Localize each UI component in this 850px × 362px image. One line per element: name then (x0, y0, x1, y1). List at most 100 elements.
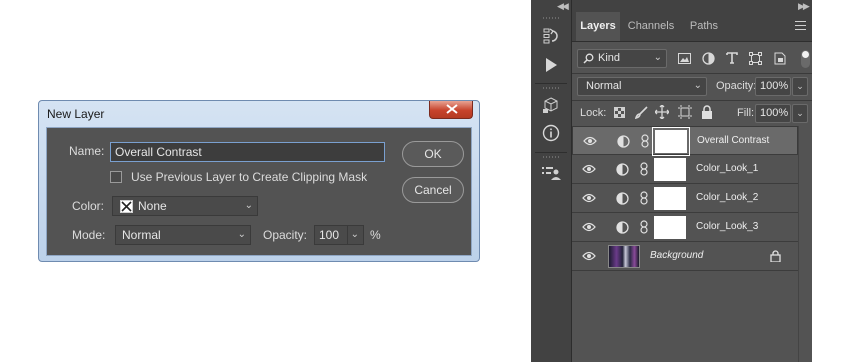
opacity-value: 100 (319, 228, 340, 242)
tool-divider (535, 83, 567, 84)
pixel-filter-icon[interactable] (676, 50, 692, 66)
opacity-dropdown-button[interactable]: ⌄ (792, 77, 808, 96)
dialog-body: Name: Overall Contrast Use Previous Laye… (46, 127, 472, 256)
layer-name: Background (650, 250, 704, 261)
cancel-button[interactable]: Cancel (402, 177, 464, 203)
panel-divider (572, 100, 812, 101)
properties-icon[interactable] (539, 161, 563, 185)
dialog-title: New Layer (47, 107, 105, 121)
chevron-down-icon: ⌄ (244, 200, 253, 211)
chevron-down-icon: ⌄ (796, 81, 804, 91)
filter-kind-value: Kind (598, 52, 621, 64)
collapse-icon[interactable]: ◀◀ (557, 1, 569, 12)
filter-toggle[interactable] (801, 50, 810, 68)
adjustment-layer-icon (617, 135, 630, 148)
chevron-down-icon: ⌄ (346, 226, 359, 244)
panel-divider (572, 73, 812, 74)
blend-mode-select[interactable]: Normal ⌄ (577, 77, 707, 96)
visibility-eye-icon[interactable] (582, 251, 596, 261)
layer-name: Overall Contrast (697, 135, 770, 146)
info-icon[interactable] (539, 121, 563, 145)
layer-name: Color_Look_2 (696, 192, 759, 203)
color-select[interactable]: None ⌄ (112, 196, 258, 216)
visibility-eye-icon[interactable] (582, 193, 596, 203)
tab-layers[interactable]: Layers (576, 12, 620, 41)
layer-opacity-input[interactable]: 100% (755, 77, 791, 96)
no-color-icon (120, 200, 133, 213)
layer-mask-thumbnail[interactable] (654, 158, 686, 181)
adjustment-layer-icon (616, 163, 629, 176)
lock-icon[interactable] (770, 250, 781, 262)
layer-mask-thumbnail[interactable] (654, 187, 686, 210)
layer-image-thumbnail[interactable] (608, 245, 640, 268)
close-button[interactable] (429, 101, 473, 119)
type-filter-icon[interactable] (724, 50, 740, 66)
ok-button[interactable]: OK (402, 141, 464, 167)
panel-tab-bar: Layers Channels Paths (572, 12, 812, 42)
chevron-down-icon: ⌄ (237, 229, 246, 240)
layer-row[interactable]: Color_Look_1 (572, 155, 798, 184)
chain-link-icon[interactable] (641, 134, 649, 148)
history-icon[interactable] (539, 24, 563, 48)
play-actions-icon[interactable] (539, 53, 563, 77)
lock-label: Lock: (580, 107, 607, 119)
lock-transparent-icon[interactable] (612, 105, 626, 119)
opacity-label: Opacity: (263, 228, 308, 242)
close-icon (446, 104, 458, 114)
layer-mask-thumbnail[interactable] (654, 216, 686, 239)
mode-label: Mode: (72, 228, 106, 242)
adjustment-layer-icon (616, 192, 629, 205)
mode-value: Normal (122, 228, 161, 242)
filter-kind-select[interactable]: Kind ⌄ (577, 49, 667, 68)
layers-panel: ▶▶ Layers Channels Paths Kind ⌄ Normal ⌄… (572, 0, 812, 362)
tab-channels[interactable]: Channels (624, 12, 678, 41)
lock-all-icon[interactable] (700, 105, 714, 119)
layer-list-scrollbar[interactable] (798, 126, 812, 362)
shape-filter-icon[interactable] (747, 50, 763, 66)
lock-position-icon[interactable] (655, 105, 669, 119)
lock-artboard-icon[interactable] (678, 105, 692, 119)
3d-icon[interactable] (539, 93, 563, 117)
grip-handle[interactable] (543, 156, 559, 158)
layer-row[interactable]: Color_Look_3 (572, 213, 798, 242)
layer-row[interactable]: Overall Contrast (572, 126, 798, 156)
panel-tool-strip: ◀◀ (531, 0, 572, 362)
grip-handle[interactable] (543, 87, 559, 89)
grip-handle[interactable] (543, 17, 559, 19)
layer-name-input[interactable]: Overall Contrast (110, 142, 385, 162)
mode-select[interactable]: Normal ⌄ (115, 225, 251, 245)
lock-pixels-icon[interactable] (634, 105, 648, 119)
expand-icon[interactable]: ▶▶ (798, 1, 810, 12)
adjustment-filter-icon[interactable] (700, 50, 716, 66)
layer-name: Color_Look_3 (696, 221, 759, 232)
chevron-down-icon: ⌄ (693, 80, 702, 91)
clipping-mask-label: Use Previous Layer to Create Clipping Ma… (131, 170, 368, 184)
smart-object-filter-icon[interactable] (772, 50, 788, 66)
chain-link-icon[interactable] (640, 220, 648, 234)
search-icon (583, 53, 594, 64)
layer-row-background[interactable]: Background (572, 242, 798, 271)
visibility-eye-icon[interactable] (582, 164, 596, 174)
fill-label: Fill: (737, 107, 755, 119)
name-label: Name: (69, 144, 105, 158)
visibility-eye-icon[interactable] (583, 136, 597, 146)
clipping-mask-checkbox[interactable] (110, 171, 122, 183)
visibility-eye-icon[interactable] (582, 222, 596, 232)
panel-top-bar: ▶▶ (572, 0, 812, 12)
color-label: Color: (72, 199, 105, 213)
color-value: None (138, 199, 167, 213)
layer-mask-thumbnail[interactable] (652, 127, 690, 156)
chain-link-icon[interactable] (640, 191, 648, 205)
fill-input[interactable]: 100% (755, 104, 791, 123)
new-layer-dialog: New Layer Name: Overall Contrast Use Pre… (38, 100, 480, 262)
panel-menu-icon[interactable] (795, 21, 806, 33)
chevron-down-icon: ⌄ (796, 108, 804, 118)
adjustment-layer-icon (616, 221, 629, 234)
opacity-label: Opacity: (716, 80, 757, 92)
chevron-down-icon: ⌄ (653, 52, 662, 63)
tab-paths[interactable]: Paths (682, 12, 726, 41)
chain-link-icon[interactable] (640, 162, 648, 176)
fill-dropdown-button[interactable]: ⌄ (792, 104, 808, 123)
layer-row[interactable]: Color_Look_2 (572, 184, 798, 213)
opacity-input[interactable]: 100 ⌄ (314, 225, 364, 245)
